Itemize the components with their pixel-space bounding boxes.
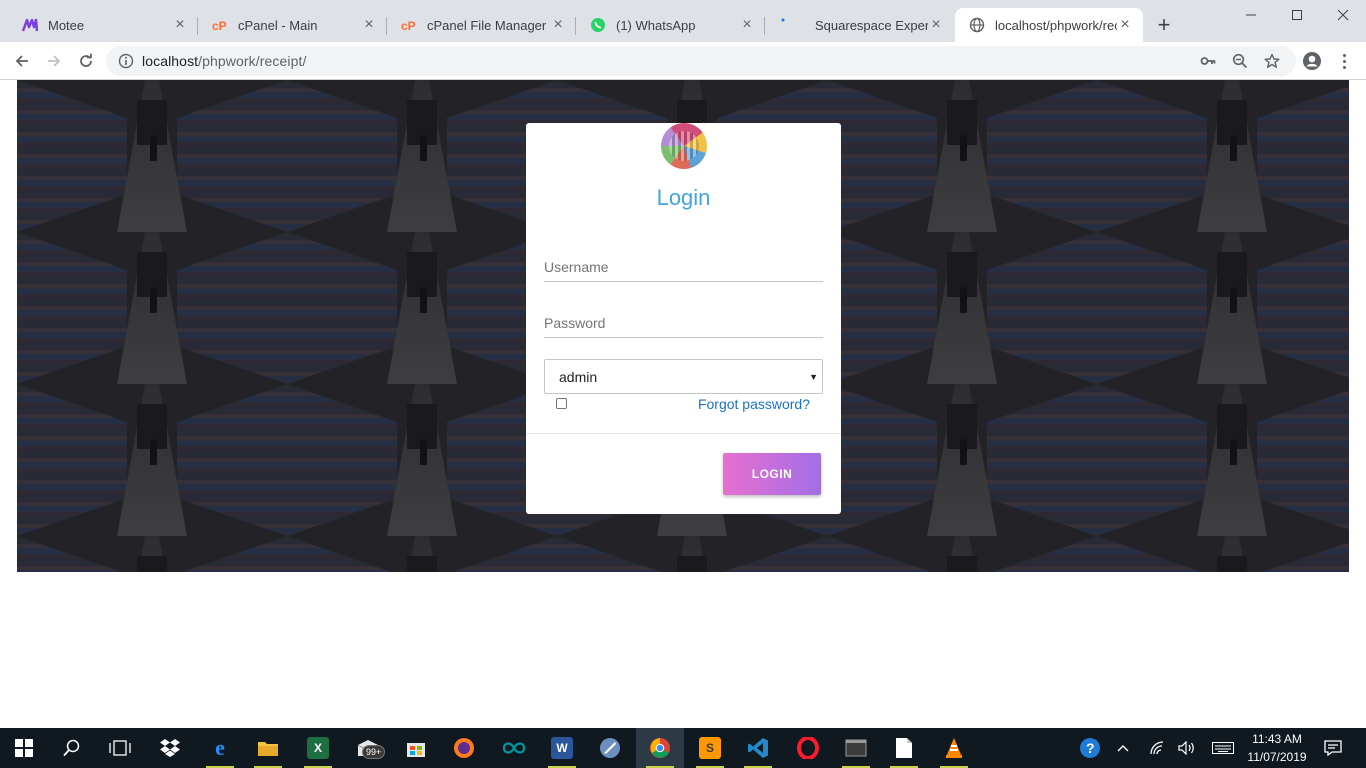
reload-icon[interactable]	[72, 47, 100, 75]
notifications-icon[interactable]	[1316, 728, 1350, 768]
globe-icon	[969, 17, 985, 33]
forward-arrow-icon[interactable]	[40, 47, 68, 75]
new-tab-icon[interactable]: +	[1153, 14, 1175, 36]
task-view-icon[interactable]	[96, 728, 144, 768]
svg-text:?: ?	[1086, 740, 1095, 756]
close-tab-icon[interactable]: ×	[361, 17, 377, 33]
motee-icon	[22, 17, 38, 33]
store-icon[interactable]	[392, 728, 440, 768]
app-icon[interactable]	[586, 728, 634, 768]
tab-title: cPanel - Main	[238, 17, 318, 33]
login-card: Login admin ▼ Forgot password? LOGIN	[526, 123, 841, 514]
zoom-icon[interactable]	[1232, 53, 1248, 69]
clock-time[interactable]: 11:43 AM	[1246, 732, 1308, 746]
close-tab-icon[interactable]: ×	[172, 17, 188, 33]
tab-title: Squarespace Expert and	[815, 17, 928, 33]
tab-squarespace[interactable]: Squarespace Expert and ×	[765, 8, 954, 42]
windows-start-icon[interactable]	[0, 728, 48, 768]
excel-icon[interactable]: X	[294, 728, 342, 768]
svg-text:cP: cP	[212, 19, 227, 33]
browser-tab-strip: Motee × cP cPanel - Main × cP cPanel Fil…	[0, 0, 1366, 42]
notepad-icon[interactable]	[880, 728, 928, 768]
sublime-icon[interactable]: S	[686, 728, 734, 768]
login-button[interactable]: LOGIN	[723, 453, 821, 495]
close-tab-icon[interactable]: ×	[550, 17, 566, 33]
close-tab-icon[interactable]: ×	[739, 17, 755, 33]
dropdown-arrow-icon: ▼	[809, 372, 818, 382]
bookmark-star-icon[interactable]	[1264, 53, 1280, 69]
clock-date[interactable]: 11/07/2019	[1246, 750, 1308, 764]
word-icon[interactable]: W	[538, 728, 586, 768]
dropbox-icon[interactable]	[146, 728, 194, 768]
site-info-icon[interactable]	[118, 53, 134, 69]
chevron-up-icon[interactable]	[1108, 728, 1138, 768]
keyboard-icon[interactable]	[1206, 728, 1240, 768]
tab-whatsapp[interactable]: (1) WhatsApp ×	[576, 8, 765, 42]
wifi-icon[interactable]	[1142, 728, 1172, 768]
tab-title: (1) WhatsApp	[616, 17, 696, 33]
forgot-password-link[interactable]: Forgot password?	[698, 396, 810, 412]
minimize-icon[interactable]	[1228, 0, 1274, 30]
whatsapp-icon	[590, 17, 606, 33]
file-explorer-icon[interactable]	[244, 728, 292, 768]
address-bar[interactable]: localhost/phpwork/receipt/	[106, 46, 1296, 76]
login-title: Login	[656, 185, 711, 210]
browser-toolbar: localhost/phpwork/receipt/	[0, 42, 1366, 80]
windows-taskbar: e X W S ? 11:43 AM 11/07/2019	[0, 728, 1366, 768]
vlc-icon[interactable]	[930, 728, 978, 768]
maximize-icon[interactable]	[1274, 0, 1320, 30]
svg-text:cP: cP	[401, 19, 416, 33]
cpanel-icon: cP	[212, 17, 228, 33]
browser-menu-icon[interactable]	[1336, 51, 1352, 71]
card-divider	[526, 433, 841, 434]
username-input[interactable]	[544, 252, 823, 282]
tab-localhost-receipt[interactable]: localhost/phpwork/rece ×	[955, 8, 1143, 42]
password-input[interactable]	[544, 308, 823, 338]
url-path: /phpwork/receipt/	[198, 53, 307, 69]
url-host: localhost	[142, 53, 199, 69]
tab-cpanel-file-manager[interactable]: cP cPanel File Manager v3 ×	[387, 8, 576, 42]
back-arrow-icon[interactable]	[8, 47, 36, 75]
help-icon[interactable]: ?	[1066, 728, 1114, 768]
opera-icon[interactable]	[784, 728, 832, 768]
loading-icon	[779, 17, 795, 33]
firefox-icon[interactable]	[440, 728, 488, 768]
store-logo-avatar	[661, 123, 707, 169]
close-window-icon[interactable]	[1320, 0, 1366, 30]
role-select-value: admin	[559, 368, 598, 385]
close-tab-icon[interactable]: ×	[1117, 17, 1133, 33]
vscode-icon[interactable]	[734, 728, 782, 768]
cpanel-icon: cP	[401, 17, 417, 33]
key-icon[interactable]	[1200, 53, 1216, 69]
role-select[interactable]: admin ▼	[544, 359, 823, 394]
terminal-icon[interactable]	[832, 728, 880, 768]
tab-title: localhost/phpwork/rece	[995, 17, 1117, 33]
tab-cpanel-main[interactable]: cP cPanel - Main ×	[198, 8, 387, 42]
remember-checkbox[interactable]	[556, 398, 567, 409]
volume-icon[interactable]	[1172, 728, 1202, 768]
search-icon[interactable]	[48, 728, 96, 768]
profile-avatar-icon[interactable]	[1302, 51, 1322, 71]
url-text[interactable]: localhost/phpwork/receipt/	[142, 53, 306, 69]
tab-motee[interactable]: Motee ×	[8, 8, 198, 42]
chrome-icon[interactable]	[636, 728, 684, 768]
arduino-icon[interactable]	[490, 728, 538, 768]
close-tab-icon[interactable]: ×	[928, 17, 944, 33]
mail-badge: 99+	[362, 745, 386, 759]
tab-title: Motee	[48, 17, 85, 33]
edge-icon[interactable]: e	[196, 728, 244, 768]
tab-title: cPanel File Manager v3	[427, 17, 550, 33]
